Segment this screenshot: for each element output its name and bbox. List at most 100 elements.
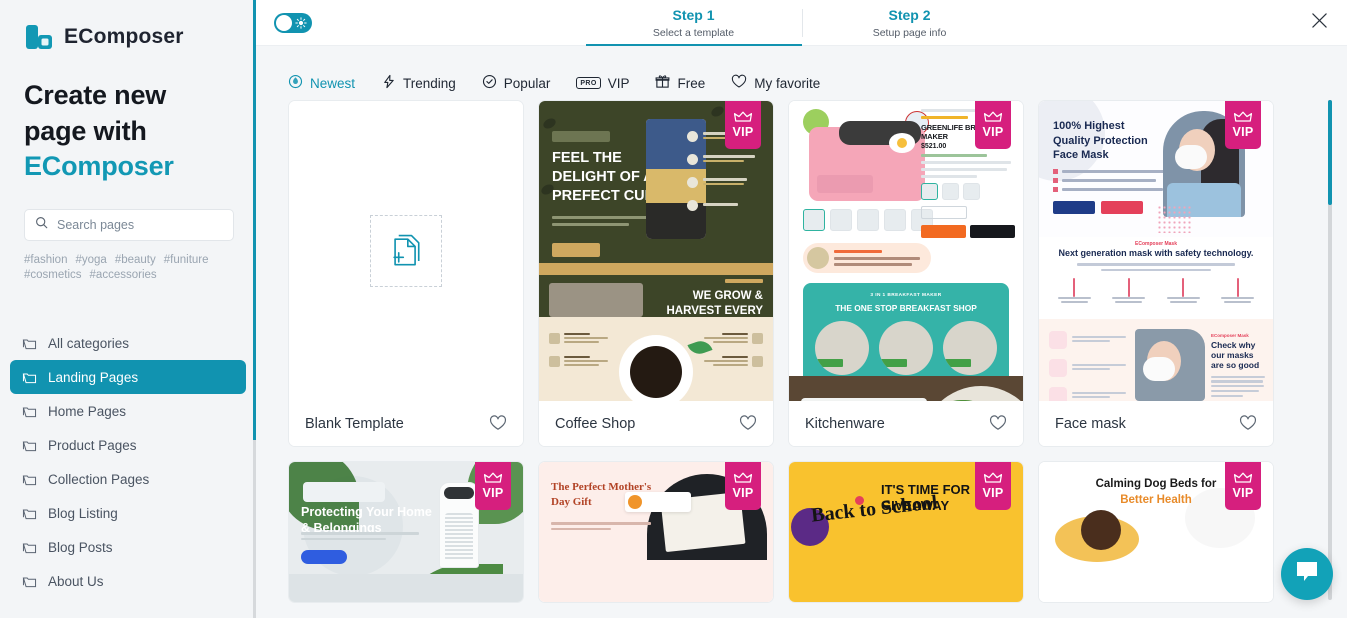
favorite-heart-icon[interactable] [489,414,507,433]
ecomposer-logo-icon [24,22,54,52]
chat-bubble-icon [1294,560,1320,589]
close-button[interactable] [1305,9,1333,37]
folder-icon [22,337,37,350]
step-2-title: Step 2 [888,7,931,24]
headline-line-1: Create new [24,80,167,110]
sidebar-item-label: Home Pages [48,403,127,419]
vip-badge: VIP [725,101,761,149]
template-thumbnail: Protecting Your Home & Belongings VIP [289,462,523,602]
template-caption: Blank Template [289,401,523,446]
sidebar-item-all-categories[interactable]: All categories [10,326,246,360]
page-title: Create new page with EComposer [0,52,256,185]
filter-popular[interactable]: Popular [482,74,551,92]
crown-icon [984,472,1002,483]
filter-newest[interactable]: Newest [288,74,355,92]
lightning-icon [381,74,396,92]
template-name: Face mask [1055,415,1126,432]
kitchenware-banner-title: THE ONE STOP BREAKFAST SHOP [835,303,977,313]
main-scrollbar-thumb[interactable] [1328,100,1332,205]
headline-line-3: EComposer [24,151,174,182]
facemask-band-kicker: EComposer Mask [1211,333,1249,338]
template-card-blank[interactable]: Blank Template [288,100,524,447]
template-caption: Face mask [1039,401,1273,446]
step-1-subtitle: Select a template [652,26,735,39]
vip-badge: VIP [975,101,1011,149]
filter-my-favorite[interactable]: My favorite [731,74,820,92]
sidebar-item-label: About Us [48,573,104,589]
template-name: Kitchenware [805,415,885,432]
crown-icon [1234,472,1252,483]
template-thumbnail: The Perfect Mother's Day Gift VIP [539,462,773,602]
template-card-giveaway[interactable]: Back to School IT'S TIME FOR GIVEAWAY VI… [788,461,1024,603]
sidebar-item-product-pages[interactable]: Product Pages [10,428,246,462]
brand: EComposer [0,0,256,52]
template-thumbnail: Calming Dog Beds for Better Health VIP [1039,462,1273,602]
tag-item[interactable]: #cosmetics [24,269,82,281]
favorite-heart-icon[interactable] [739,414,757,433]
template-thumbnail: Back to School IT'S TIME FOR GIVEAWAY VI… [789,462,1023,602]
kitchenware-banner-kicker: 3 IN 1 BREAKFAST MAKER [870,293,942,298]
sidebar-item-label: Blog Listing [48,505,118,521]
template-card-kitchenware[interactable]: GREENLIFE BREAKFAST MAKER $521.00 3 IN 1… [788,100,1024,447]
sidebar-item-about-us[interactable]: About Us [10,564,246,598]
filter-label: Free [677,75,706,91]
template-thumbnail [289,101,523,401]
filter-vip[interactable]: PRO VIP [576,76,629,91]
template-card-dog-bed[interactable]: Calming Dog Beds for Better Health VIP [1038,461,1274,603]
filter-free[interactable]: Free [655,74,705,92]
vip-label: VIP [982,486,1004,500]
headline-line-2: page with [24,115,147,146]
template-thumbnail: 100% Highest Quality Protection Face Mas… [1039,101,1273,401]
template-caption: Kitchenware [789,401,1023,446]
search-icon [35,216,48,234]
filter-label: Newest [310,75,356,91]
sidebar-item-collection-pages[interactable]: Collection Pages [10,462,246,496]
gift-icon [655,74,670,92]
template-caption: Coffee Shop [539,401,773,446]
chat-button[interactable] [1281,548,1333,600]
search-container [0,185,256,241]
filter-label: Popular [503,75,551,91]
tag-item[interactable]: #funiture [164,254,209,266]
template-card-coffee-shop[interactable]: FEEL THE DELIGHT OF A PREFECT CUP WE GRO… [538,100,774,447]
sidebar-item-landing-pages[interactable]: Landing Pages [10,360,246,395]
facemask-section-2: Next generation mask with safety technol… [1058,248,1254,258]
filter-label: Trending [403,75,456,91]
theme-toggle[interactable] [274,12,312,33]
step-2-subtitle: Setup page info [872,26,947,39]
vip-label: VIP [1232,125,1254,139]
template-card-air-purifier[interactable]: Protecting Your Home & Belongings VIP [288,461,524,603]
vip-label: VIP [1232,486,1254,500]
tab-step-1[interactable]: Step 1 Select a template [585,0,802,46]
vip-badge: VIP [1225,462,1261,510]
filter-label: My favorite [754,75,821,91]
category-nav: All categories Landing Pages Home Pages … [0,282,256,598]
tag-item[interactable]: #yoga [75,254,106,266]
favorite-heart-icon[interactable] [1239,414,1257,433]
template-thumbnail: GREENLIFE BREAKFAST MAKER $521.00 3 IN 1… [789,101,1023,401]
sidebar-item-blog-listing[interactable]: Blog Listing [10,496,246,530]
search-box[interactable] [24,208,234,241]
pro-badge-icon: PRO [576,77,601,89]
vip-badge: VIP [1225,101,1261,149]
vip-label: VIP [732,125,754,139]
tag-item[interactable]: #beauty [115,254,156,266]
main-panel: Step 1 Select a template Step 2 Setup pa… [256,0,1347,618]
filter-bar: Newest Trending Popular PRO VIP Free My … [256,46,1347,100]
toggle-knob [276,14,292,31]
template-card-face-mask[interactable]: 100% Highest Quality Protection Face Mas… [1038,100,1274,447]
sidebar-item-blog-posts[interactable]: Blog Posts [10,530,246,564]
sidebar-item-label: Product Pages [48,437,137,453]
tag-item[interactable]: #fashion [24,254,67,266]
template-card-mothers-day[interactable]: The Perfect Mother's Day Gift VIP [538,461,774,603]
tag-item[interactable]: #accessories [90,269,157,281]
search-input[interactable] [57,217,223,232]
sidebar-item-home-pages[interactable]: Home Pages [10,394,246,428]
step-1-title: Step 1 [672,7,715,24]
facemask-headline: 100% Highest Quality Protection Face Mas… [1053,120,1148,162]
facemask-band-title: Check why our masks are so good [1211,340,1260,371]
filter-trending[interactable]: Trending [381,74,456,92]
tab-step-2[interactable]: Step 2 Setup page info [801,0,1018,46]
main-scrollbar[interactable] [1328,100,1332,600]
favorite-heart-icon[interactable] [989,414,1007,433]
